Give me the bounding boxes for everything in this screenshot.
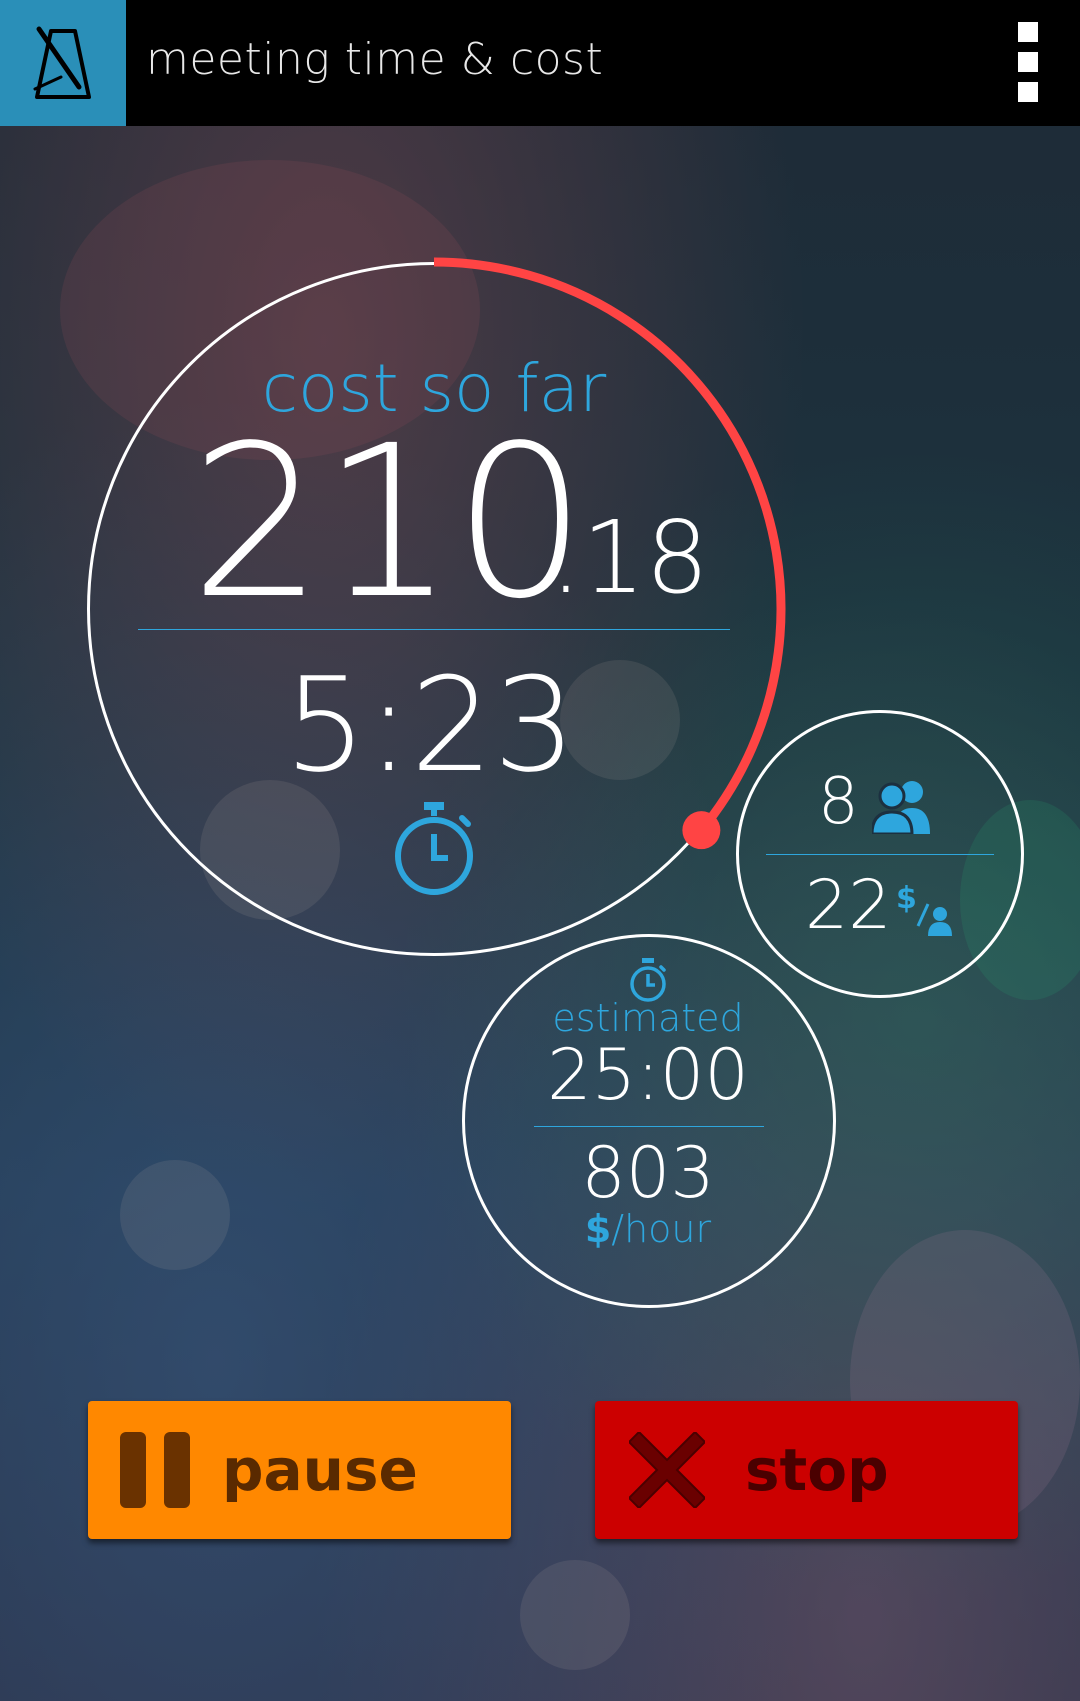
people-icon: [870, 778, 934, 836]
dollar-per-person-icon: $: [894, 880, 954, 936]
svg-text:$: $: [896, 881, 917, 916]
app-bar: meeting time & cost: [0, 0, 1080, 126]
overflow-menu-icon[interactable]: [1014, 22, 1042, 102]
pause-button-label: pause: [222, 1436, 418, 1504]
stop-button[interactable]: stop: [595, 1401, 1018, 1539]
elapsed-time: 5:23: [284, 649, 576, 801]
estimated-time: 25:00: [547, 1034, 749, 1116]
dollar-icon: $: [584, 1207, 612, 1251]
close-icon: [629, 1432, 705, 1508]
rate-per-person: 22: [805, 866, 892, 945]
attendees-divider: [766, 854, 994, 855]
metronome-icon[interactable]: [0, 0, 126, 126]
app-screen: meeting time & cost cost so far 210 .18 …: [0, 0, 1080, 1701]
hourly-cost: 803: [581, 1132, 715, 1214]
stopwatch-icon: [392, 800, 476, 896]
cost-divider: [138, 629, 730, 630]
pause-button[interactable]: pause: [88, 1401, 511, 1539]
hourly-unit: $/hour: [560, 1210, 736, 1248]
hourly-unit-text: /hour: [611, 1207, 712, 1251]
background-bokeh: [120, 1160, 230, 1270]
cost-whole-value: 210: [190, 400, 587, 645]
app-title: meeting time & cost: [146, 34, 604, 85]
background-bokeh: [520, 1560, 630, 1670]
attendee-count: 8: [818, 765, 859, 839]
stop-button-label: stop: [745, 1436, 889, 1504]
pause-icon: [120, 1432, 190, 1508]
cost-cents-value: .18: [550, 499, 710, 616]
estimate-divider: [534, 1126, 764, 1127]
